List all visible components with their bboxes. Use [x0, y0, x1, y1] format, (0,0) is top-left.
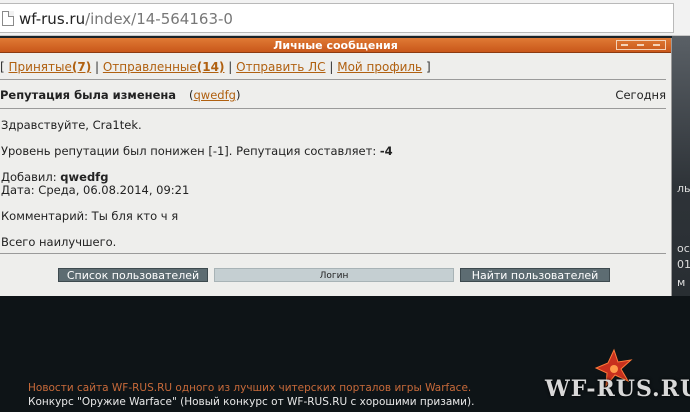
nav-my-profile-link[interactable]: Мой профиль: [337, 60, 422, 74]
nav-inbox-link[interactable]: Принятые(7): [9, 60, 92, 74]
window-titlebar[interactable]: Личные сообщения: [0, 38, 671, 53]
user-list-button[interactable]: Список пользователей: [58, 268, 208, 282]
url-text[interactable]: wf-rus.ru/index/14-564163-0: [19, 10, 233, 28]
nav-separator: |: [325, 60, 338, 74]
nav-inbox-label: Принятые: [8, 60, 72, 74]
message-signoff: Всего наилучшего.: [1, 235, 117, 249]
url-field[interactable]: wf-rus.ru/index/14-564163-0: [0, 3, 674, 33]
nav-inbox-count: (7): [71, 60, 92, 74]
private-messages-window: Личные сообщения [ Принятые(7) | Отправл…: [0, 38, 672, 296]
site-logo-text: WF-RUS.RU: [545, 376, 690, 402]
divider: [0, 79, 666, 80]
window-title: Личные сообщения: [273, 39, 398, 52]
added-by-label: Добавил:: [1, 170, 61, 184]
url-path: /index/14-564163-0: [85, 10, 233, 28]
message-date: Сегодня: [615, 88, 666, 102]
page-icon: [2, 11, 14, 26]
side-text: ль: [677, 182, 690, 195]
divider: [0, 253, 666, 254]
messages-nav: [ Принятые(7) | Отправленные(14) | Отпра…: [0, 60, 431, 74]
news-link[interactable]: Новости сайта WF-RUS.RU одного из лучших…: [28, 382, 471, 394]
nav-bracket: [: [0, 60, 9, 74]
reputation-text: Уровень репутации был понижен [-1]. Репу…: [1, 144, 380, 158]
login-search-field[interactable]: Логин: [214, 268, 454, 282]
added-by-user: qwedfg: [60, 170, 109, 184]
divider: [0, 108, 666, 109]
reputation-value: -4: [379, 144, 393, 158]
author-profile-link[interactable]: qwedfg: [194, 88, 236, 102]
window-resize-grip-icon[interactable]: [616, 40, 666, 50]
message-greeting: Здравствуйте, Cra1tek.: [1, 118, 142, 132]
side-text: 01: [677, 258, 690, 271]
nav-separator: |: [91, 60, 103, 74]
nav-bracket: ]: [422, 60, 431, 74]
side-text: м: [677, 276, 686, 289]
nav-send-message-link[interactable]: Отправить ЛС: [236, 60, 325, 74]
author-paren: ): [235, 88, 241, 102]
contest-link[interactable]: Конкурс "Оружие Warface" (Новый конкурс …: [28, 396, 474, 408]
nav-sent-count: (14): [196, 60, 225, 74]
message-author: (qwedfg): [189, 88, 240, 102]
nav-sent-label: Отправленные: [102, 60, 197, 74]
find-users-button[interactable]: Найти пользователей: [460, 268, 610, 282]
message-reputation-line: Уровень репутации был понижен [-1]. Репу…: [1, 144, 393, 158]
nav-sent-link[interactable]: Отправленные(14): [103, 60, 225, 74]
message-added-by: Добавил: qwedfg: [1, 170, 108, 184]
message-date-line: Дата: Среда, 06.08.2014, 09:21: [1, 183, 190, 197]
url-host: wf-rus.ru: [19, 10, 86, 28]
side-text: ос: [677, 242, 690, 255]
browser-address-bar: wf-rus.ru/index/14-564163-0: [0, 0, 690, 36]
message-subject: Репутация была изменена: [0, 88, 177, 102]
message-comment: Комментарий: Ты бля кто ч я: [1, 209, 179, 223]
nav-separator: |: [224, 60, 237, 74]
